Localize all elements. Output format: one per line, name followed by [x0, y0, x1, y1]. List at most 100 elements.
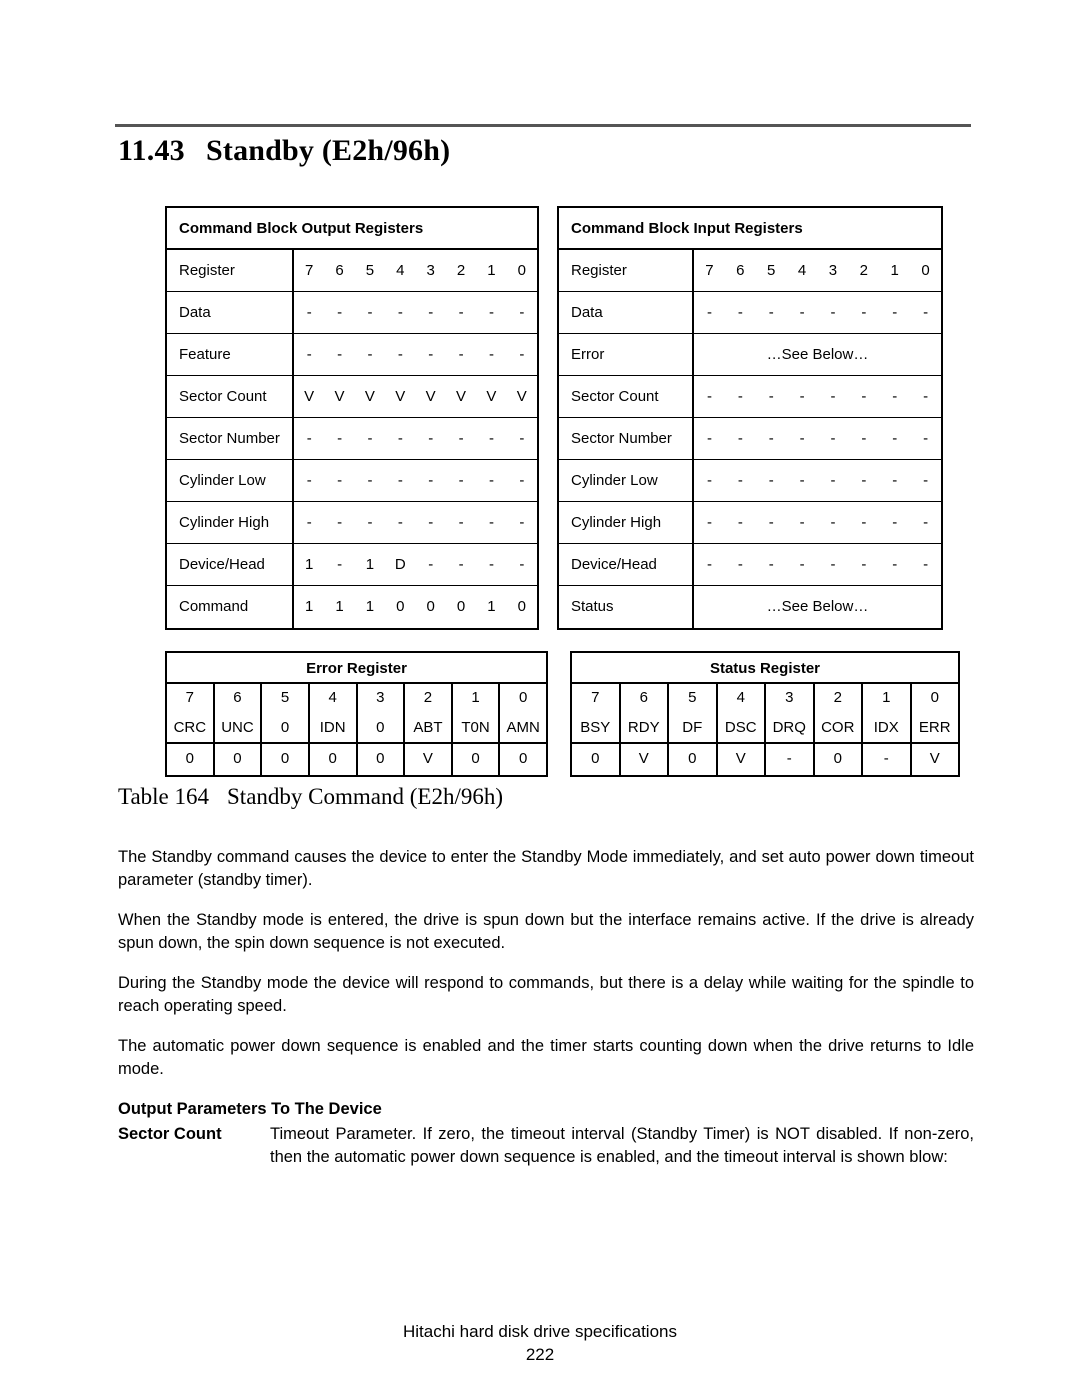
register-bit-cell: -: [519, 556, 525, 573]
error-bit-number: 1: [453, 684, 501, 713]
output-registers-caption: Command Block Output Registers: [167, 208, 537, 250]
register-row-bits: 1 - 1 D - - - -: [294, 544, 537, 585]
status-bit-number: 0: [930, 689, 939, 706]
register-bit-cell: -: [923, 514, 929, 531]
error-bit-name: ABT: [405, 713, 453, 742]
status-bit-value: 0: [815, 744, 863, 775]
status-bit-name: COR: [815, 713, 863, 742]
register-bit-cell: -: [737, 304, 743, 321]
register-bit-cell: -: [768, 304, 774, 321]
register-bit-cell: 1: [890, 262, 899, 279]
register-bit-cell: -: [892, 430, 898, 447]
register-row-label: Data: [167, 292, 294, 333]
register-bit-cell: -: [428, 346, 434, 363]
register-bit-cell: V: [395, 388, 406, 405]
register-bit-cell: -: [706, 514, 712, 531]
register-row: Cylinder Low - - - - - - - -: [559, 460, 941, 502]
error-bit-number: 2: [405, 684, 453, 713]
register-bit-cell: -: [768, 556, 774, 573]
status-register-bit-values: 0V0V-0-V: [572, 744, 958, 775]
register-bit-cell: -: [488, 430, 494, 447]
register-bit-cell: -: [768, 430, 774, 447]
register-row-bits: --------: [694, 292, 941, 333]
register-bit-cell: -: [337, 514, 343, 531]
register-bit-cell: -: [519, 472, 525, 489]
status-bit-name: ERR: [918, 719, 951, 736]
command-block-output-registers-table: Command Block Output Registers Register 7…: [165, 206, 539, 630]
register-bit-cell: -: [830, 388, 836, 405]
register-bit-cell: -: [799, 472, 805, 489]
register-bit-cell: -: [306, 346, 312, 363]
register-bit-cell: -: [458, 472, 464, 489]
table-number: Table 164: [118, 784, 210, 809]
error-bit-name: IDN: [310, 713, 358, 742]
error-bit-value: 0: [215, 744, 263, 775]
register-bit-cell: -: [737, 388, 743, 405]
register-bit-cell: -: [923, 304, 929, 321]
status-bit-name: RDY: [621, 713, 669, 742]
register-bit-cell: 6: [335, 262, 344, 279]
register-bit-cell: -: [799, 388, 805, 405]
error-register-title: Error Register: [167, 653, 546, 684]
output-parameters-subheading: Output Parameters To The Device: [118, 1100, 382, 1118]
register-bit-cell: -: [428, 514, 434, 531]
register-row: Register 7 6 5 4 3 2 1 0: [559, 250, 941, 292]
register-bit-cell: V: [456, 388, 467, 405]
error-bit-value: 0: [310, 744, 358, 775]
register-bit-cell: -: [488, 514, 494, 531]
register-bit-cell: -: [458, 556, 464, 573]
register-bit-cell: V: [425, 388, 436, 405]
register-bit-cell: -: [830, 472, 836, 489]
status-bit-number: 2: [815, 684, 863, 713]
register-row-note: …See Below…: [766, 346, 869, 363]
register-row-bits: --------: [294, 502, 537, 543]
register-row-label: Feature: [167, 334, 294, 375]
register-row-label: Sector Count: [167, 376, 294, 417]
register-bit-cell: -: [458, 346, 464, 363]
register-bit-cell: -: [397, 472, 403, 489]
register-bit-cell: -: [706, 430, 712, 447]
register-bit-cell: D: [394, 556, 406, 573]
register-row: Cylinder High - - - - - - - -: [559, 502, 941, 544]
parameter-row: Sector Count Timeout Parameter. If zero,…: [118, 1123, 974, 1169]
register-bit-cell: -: [519, 304, 525, 321]
register-bit-cell: -: [737, 472, 743, 489]
register-bit-cell: 6: [736, 262, 745, 279]
register-bit-cell: -: [337, 346, 343, 363]
register-bit-cell: -: [367, 430, 373, 447]
error-register-bit-names: CRC UNC 0 IDN 0 ABT T0N AMN: [167, 713, 546, 744]
register-bit-cell: -: [428, 304, 434, 321]
page-footer: Hitachi hard disk drive specifications 2…: [0, 1320, 1080, 1366]
paragraph-1: The Standby command causes the device to…: [118, 848, 974, 889]
section-number: 11.43: [118, 134, 185, 167]
command-block-input-registers-table: Command Block Input Registers Register 7 6…: [557, 206, 943, 630]
register-bit-cell: -: [458, 430, 464, 447]
register-bit-cell: -: [861, 388, 867, 405]
register-bit-cell: -: [488, 556, 494, 573]
register-bit-cell: 5: [365, 262, 375, 279]
section-heading: 11.43 Standby (E2h/96h): [118, 134, 450, 168]
register-bit-cell: 3: [828, 262, 838, 279]
input-registers-caption: Command Block Input Registers: [559, 208, 941, 250]
register-bit-cell: 7: [705, 262, 714, 279]
register-bit-cell: 7: [305, 262, 314, 279]
register-bit-cell: -: [768, 514, 774, 531]
register-bit-cell: -: [706, 388, 712, 405]
register-bit-cell: -: [830, 556, 836, 573]
status-bit-name: DRQ: [766, 713, 815, 742]
register-bit-cell: -: [861, 472, 867, 489]
register-row-bits: --------: [694, 376, 941, 417]
error-bit-number: 7: [167, 684, 215, 713]
register-row-bits: --------: [294, 418, 537, 459]
register-bit-cell: -: [397, 430, 403, 447]
register-row: Register 7 6 5 4 3 2 1 0: [167, 250, 537, 292]
register-bit-cell: -: [397, 346, 403, 363]
register-row-label: Error: [559, 334, 694, 375]
register-row-label: Device/Head: [167, 544, 294, 585]
register-row: Sector Count V V V V V V V V: [167, 376, 537, 418]
error-register-bit-numbers: 7654321 0: [167, 684, 546, 713]
status-bit-value: V: [621, 744, 669, 775]
error-bit-value: 0: [519, 750, 528, 767]
register-bit-cell: 1: [365, 556, 375, 573]
status-bit-value: 0: [572, 744, 621, 775]
